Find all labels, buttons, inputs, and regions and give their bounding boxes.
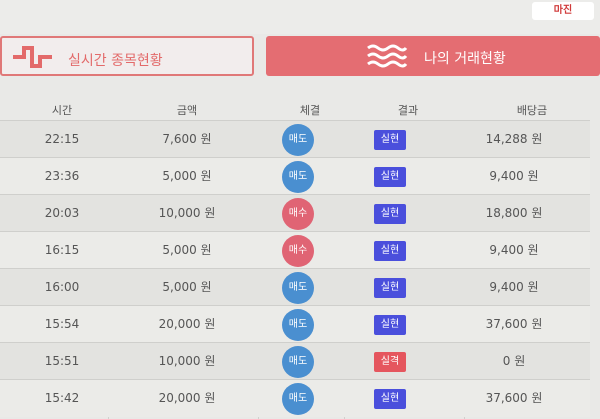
trade-payout: 9,400 원: [489, 169, 539, 183]
trade-type-badge: 매도: [282, 161, 314, 193]
trade-type-badge: 매수: [282, 235, 314, 267]
trade-time: 20:03: [44, 206, 80, 220]
trade-amount: 5,000 원: [162, 280, 212, 294]
pulse-icon: [13, 46, 52, 68]
trade-payout: 37,600 원: [485, 391, 543, 405]
table-row[interactable]: 15:51 10,000 원 매도 실격 0 원: [0, 342, 590, 380]
trade-payout: 9,400 원: [489, 280, 539, 294]
trade-payout: 0 원: [502, 354, 526, 368]
trade-amount: 5,000 원: [162, 243, 212, 257]
trade-type-badge: 매도: [282, 124, 314, 156]
table-row[interactable]: 23:36 5,000 원 매도 실현 9,400 원: [0, 157, 590, 195]
trade-payout: 18,800 원: [485, 206, 543, 220]
column-header-time: 시간: [51, 104, 73, 117]
table-row[interactable]: 22:15 7,600 원 매도 실현 14,288 원: [0, 120, 590, 158]
trade-type-badge: 매도: [282, 383, 314, 415]
tab-realtime-status[interactable]: 실시간 종목현황: [0, 36, 254, 76]
result-badge: 실현: [374, 278, 406, 298]
trade-amount: 10,000 원: [158, 354, 216, 368]
table-row[interactable]: 15:42 20,000 원 매도 실현 37,600 원: [0, 379, 590, 417]
trade-amount: 20,000 원: [158, 391, 216, 405]
column-header-trade: 체결: [299, 104, 321, 117]
trade-amount: 20,000 원: [158, 317, 216, 331]
trade-type-badge: 매도: [282, 272, 314, 304]
top-bar: 마진: [0, 0, 600, 34]
column-header-payout: 배당금: [516, 104, 548, 117]
table-header: 시간 금액 체결 결과 배당금: [0, 102, 600, 120]
result-badge: 실현: [374, 130, 406, 150]
tab-label: 나의 거래현황: [424, 51, 506, 67]
trade-time: 16:15: [44, 243, 80, 257]
result-badge: 실현: [374, 167, 406, 187]
trade-time: 23:36: [44, 169, 80, 183]
table-row[interactable]: 20:03 10,000 원 매수 실현 18,800 원: [0, 194, 590, 232]
table-row[interactable]: 16:00 5,000 원 매도 실현 9,400 원: [0, 268, 590, 306]
trade-time: 22:15: [44, 132, 80, 146]
trade-time: 15:54: [44, 317, 80, 331]
trade-payout: 9,400 원: [489, 243, 539, 257]
result-badge: 실현: [374, 315, 406, 335]
trade-time: 15:51: [44, 354, 80, 368]
tab-my-trades[interactable]: 나의 거래현황: [266, 36, 600, 76]
result-badge: 실현: [374, 241, 406, 261]
result-badge: 실격: [374, 352, 406, 372]
trade-type-badge: 매도: [282, 309, 314, 341]
trade-amount: 10,000 원: [158, 206, 216, 220]
table-row[interactable]: 15:54 20,000 원 매도 실현 37,600 원: [0, 305, 590, 343]
column-header-amount: 금액: [176, 104, 198, 117]
column-header-result: 결과: [397, 104, 419, 117]
trade-time: 15:42: [44, 391, 80, 405]
wave-icon: [367, 44, 408, 68]
table-row[interactable]: 16:15 5,000 원 매수 실현 9,400 원: [0, 231, 590, 269]
trade-amount: 5,000 원: [162, 169, 212, 183]
result-badge: 실현: [374, 389, 406, 409]
tab-label: 실시간 종목현황: [68, 53, 163, 69]
trade-type-badge: 매도: [282, 346, 314, 378]
result-badge: 실현: [374, 204, 406, 224]
trade-amount: 7,600 원: [162, 132, 212, 146]
trade-payout: 37,600 원: [485, 317, 543, 331]
brand-logo: 마진: [532, 2, 594, 20]
trade-type-badge: 매수: [282, 198, 314, 230]
trade-payout: 14,288 원: [485, 132, 543, 146]
trade-time: 16:00: [44, 280, 80, 294]
